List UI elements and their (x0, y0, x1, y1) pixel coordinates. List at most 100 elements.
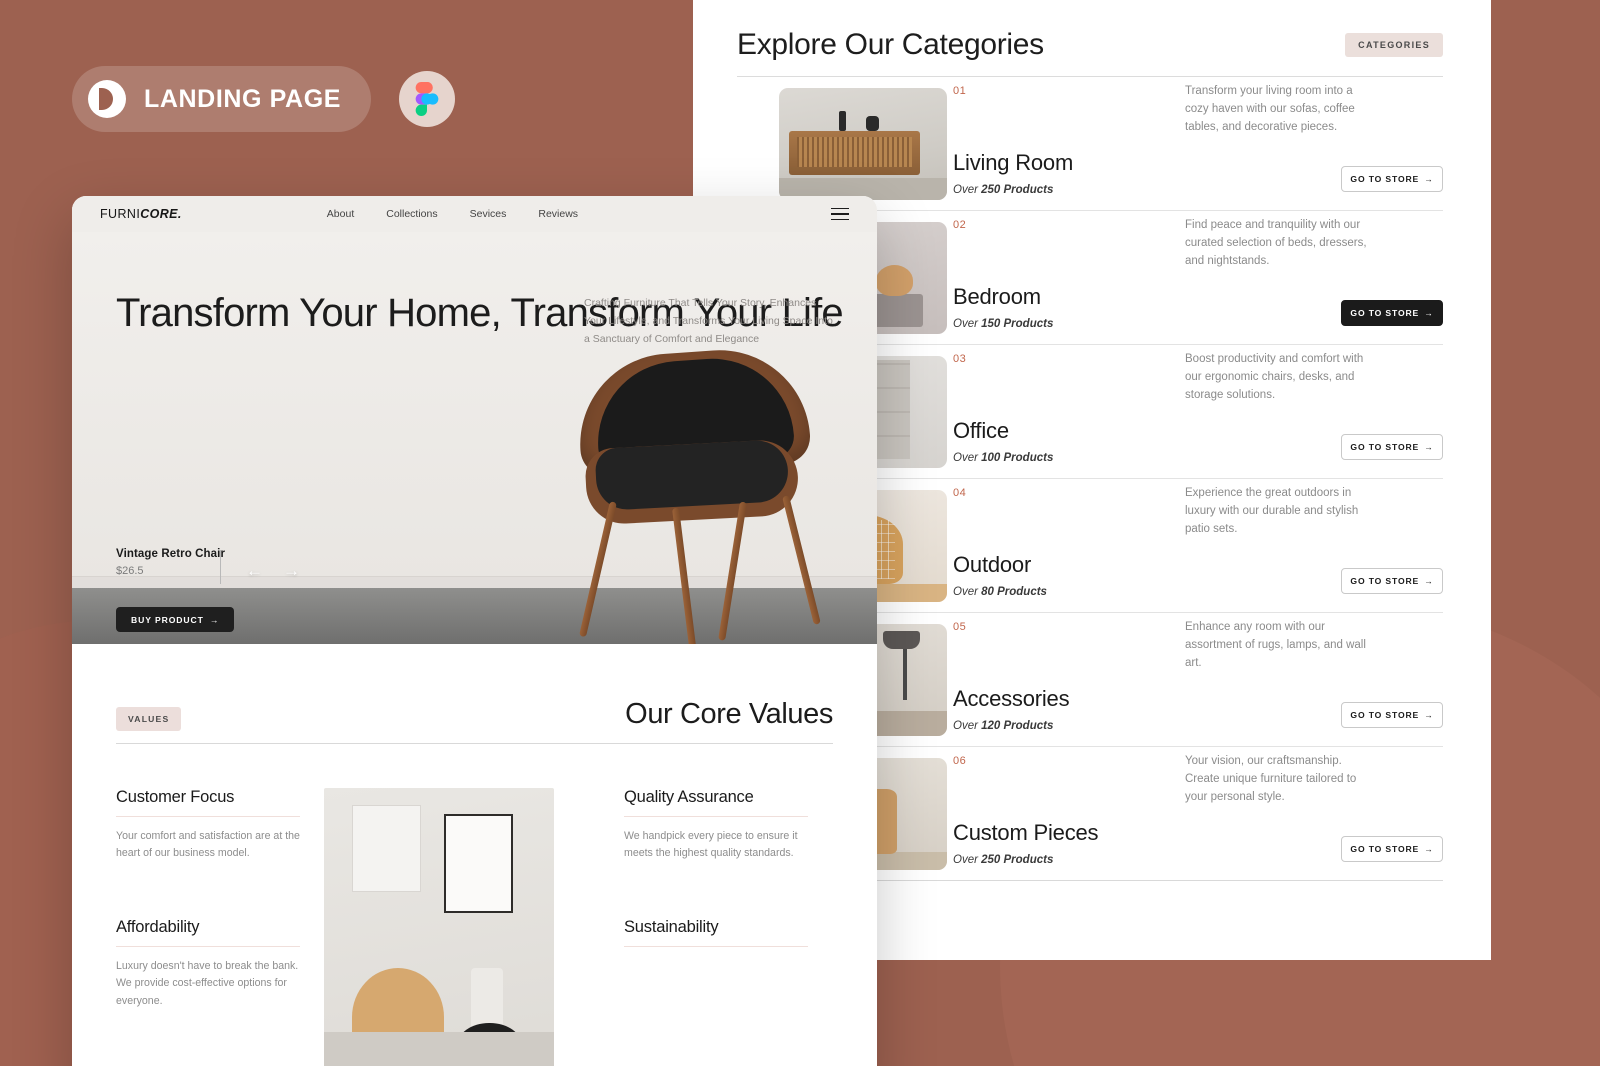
go-to-store-label: GO TO STORE (1350, 576, 1420, 586)
category-product-count: Over 80 Products (953, 586, 1047, 598)
values-illustration (324, 788, 554, 1066)
value-item: Quality Assurance We handpick every piece… (624, 788, 808, 862)
values-column-left: Customer Focus Your comfort and satisfact… (116, 788, 300, 1066)
category-number: 04 (953, 487, 967, 499)
carousel-arrows: ← → (246, 562, 300, 579)
value-item-text: Your comfort and satisfaction are at the… (116, 830, 300, 860)
go-to-store-button[interactable]: GO TO STORE → (1341, 166, 1443, 192)
go-to-store-button[interactable]: GO TO STORE → (1341, 836, 1443, 862)
categories-title: Explore Our Categories (737, 28, 1044, 61)
category-row[interactable]: 01 Living Room Over 250 Products Transform … (737, 77, 1443, 211)
core-values-title: Our Core Values (625, 698, 833, 730)
go-to-store-button[interactable]: GO TO STORE → (1341, 300, 1443, 326)
core-values-grid: Customer Focus Your comfort and satisfact… (116, 788, 833, 1066)
go-to-store-button[interactable]: GO TO STORE → (1341, 568, 1443, 594)
category-name: Custom Pieces (953, 820, 1099, 845)
figma-icon (399, 71, 456, 127)
nav-link-sevices[interactable]: Sevices (470, 208, 507, 220)
category-description: Boost productivity and comfort with our … (1185, 353, 1364, 401)
category-name: Accessories (953, 686, 1070, 711)
category-right: Your vision, our craftsmanship. Create u… (1185, 747, 1443, 880)
value-item-text: We handpick every piece to ensure it mee… (624, 830, 798, 860)
value-item-title: Customer Focus (116, 788, 300, 817)
site-navbar: FURNICORE. About Collections Sevices Review… (72, 196, 877, 232)
go-to-store-label: GO TO STORE (1350, 710, 1420, 720)
category-name: Bedroom (953, 284, 1041, 309)
category-meta: 01 Living Room Over 250 Products (949, 77, 1185, 210)
category-name: Outdoor (953, 552, 1032, 577)
category-description: Transform your living room into a cozy h… (1185, 85, 1355, 133)
categories-pill-badge: CATEGORIES (1345, 33, 1443, 57)
value-item-text: Luxury doesn't have to break the bank. W… (116, 960, 299, 1007)
landing-page-badge: LANDING PAGE (72, 66, 372, 132)
category-number: 03 (953, 353, 967, 365)
category-right: Transform your living room into a cozy h… (1185, 77, 1443, 210)
go-to-store-label: GO TO STORE (1350, 442, 1420, 452)
arrow-right-icon: → (1424, 844, 1434, 854)
arrow-right-icon[interactable]: → (283, 562, 300, 579)
category-right: Boost productivity and comfort with our … (1185, 345, 1443, 478)
category-product-count: Over 250 Products (953, 184, 1054, 196)
site-logo[interactable]: FURNICORE. (100, 207, 182, 221)
buy-product-button[interactable]: BUY PRODUCT → (116, 607, 235, 632)
category-description: Experience the great outdoors in luxury … (1185, 487, 1359, 535)
category-product-count: Over 150 Products (953, 318, 1054, 330)
categories-header: Explore Our Categories CATEGORIES (737, 28, 1443, 77)
product-price: $26.5 (116, 565, 144, 577)
nav-link-about[interactable]: About (327, 208, 354, 220)
nav-link-collections[interactable]: Collections (386, 208, 437, 220)
category-description: Find peace and tranquility with our cura… (1185, 219, 1367, 267)
category-description: Enhance any room with our assortment of … (1185, 621, 1366, 669)
category-name: Office (953, 418, 1009, 443)
arrow-left-icon[interactable]: ← (246, 562, 263, 579)
arrow-right-icon: → (209, 614, 220, 625)
category-right: Enhance any room with our assortment of … (1185, 613, 1443, 746)
category-meta: 02 Bedroom Over 150 Products (949, 211, 1185, 344)
furnicore-mark-icon (88, 80, 126, 118)
category-product-count: Over 120 Products (953, 720, 1054, 732)
arrow-right-icon: → (1424, 308, 1434, 318)
category-meta: 04 Outdoor Over 80 Products (949, 479, 1185, 612)
category-meta: 05 Accessories Over 120 Products (949, 613, 1185, 746)
value-item: Customer Focus Your comfort and satisfact… (116, 788, 300, 862)
category-number: 05 (953, 621, 967, 633)
category-number: 02 (953, 219, 967, 231)
category-meta: 06 Custom Pieces Over 250 Products (949, 747, 1185, 880)
arrow-right-icon: → (1424, 710, 1434, 720)
hamburger-menu-icon[interactable] (831, 207, 849, 221)
nav-links: About Collections Sevices Reviews (327, 208, 578, 220)
value-item-title: Sustainability (624, 918, 808, 948)
category-product-count: Over 100 Products (953, 452, 1054, 464)
go-to-store-button[interactable]: GO TO STORE → (1341, 702, 1443, 728)
value-item-title: Quality Assurance (624, 788, 808, 817)
hero-product-info: Vintage Retro Chair $26.5 ← → (116, 548, 300, 584)
value-item: Affordability Luxury doesn't have to brea… (116, 918, 300, 1009)
go-to-store-label: GO TO STORE (1350, 174, 1420, 184)
category-right: Experience the great outdoors in luxury … (1185, 479, 1443, 612)
category-description: Your vision, our craftsmanship. Create u… (1185, 755, 1357, 803)
hero-section: Transform Your Home, Transform Your Life… (72, 232, 877, 644)
arrow-right-icon: → (1424, 174, 1434, 184)
values-pill-badge: VALUES (116, 707, 182, 731)
category-product-count: Over 250 Products (953, 854, 1054, 866)
value-item: Sustainability (624, 918, 808, 948)
hero-subtext: Crafting Furniture That Tells Your Story… (584, 297, 833, 346)
product-divider (220, 550, 221, 584)
landing-page-badge-label: LANDING PAGE (144, 84, 342, 113)
badge-row: LANDING PAGE (72, 66, 456, 132)
core-values-header: VALUES Our Core Values (116, 698, 833, 744)
category-number: 06 (953, 755, 967, 767)
category-name: Living Room (953, 150, 1074, 175)
arrow-right-icon: → (1424, 442, 1434, 452)
hero-chair-image (524, 344, 844, 644)
product-name: Vintage Retro Chair (116, 548, 226, 560)
category-right: Find peace and tranquility with our cura… (1185, 211, 1443, 344)
go-to-store-button[interactable]: GO TO STORE → (1341, 434, 1443, 460)
landing-page-card: FURNICORE. About Collections Sevices Review… (72, 196, 877, 1066)
go-to-store-label: GO TO STORE (1350, 844, 1420, 854)
nav-link-reviews[interactable]: Reviews (538, 208, 578, 220)
values-column-right: Quality Assurance We handpick every piece… (624, 788, 808, 1066)
buy-product-label: BUY PRODUCT (131, 614, 204, 625)
category-thumbnail (737, 77, 949, 210)
value-item-title: Affordability (116, 918, 300, 948)
